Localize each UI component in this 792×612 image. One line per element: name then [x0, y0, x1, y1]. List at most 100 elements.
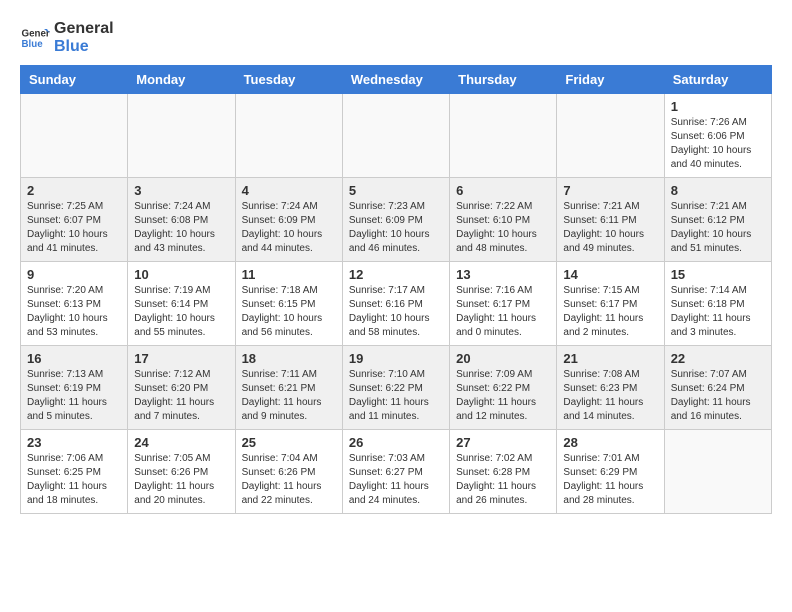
day-number: 14: [563, 267, 657, 282]
calendar-cell: 2 Sunrise: 7:25 AM Sunset: 6:07 PM Daylig…: [21, 178, 128, 262]
calendar-week-row: 23 Sunrise: 7:06 AM Sunset: 6:25 PM Dayli…: [21, 430, 772, 514]
day-number: 3: [134, 183, 228, 198]
day-number: 5: [349, 183, 443, 198]
day-info: Sunrise: 7:12 AM Sunset: 6:20 PM Dayligh…: [134, 368, 228, 424]
calendar-cell: 25 Sunrise: 7:04 AM Sunset: 6:26 PM Dayli…: [235, 430, 342, 514]
calendar-cell: 23 Sunrise: 7:06 AM Sunset: 6:25 PM Dayli…: [21, 430, 128, 514]
calendar-cell: 11 Sunrise: 7:18 AM Sunset: 6:15 PM Dayli…: [235, 262, 342, 346]
calendar-week-row: 16 Sunrise: 7:13 AM Sunset: 6:19 PM Dayli…: [21, 346, 772, 430]
day-info: Sunrise: 7:21 AM Sunset: 6:12 PM Dayligh…: [671, 200, 765, 256]
day-number: 8: [671, 183, 765, 198]
day-number: 16: [27, 351, 121, 366]
day-info: Sunrise: 7:24 AM Sunset: 6:09 PM Dayligh…: [242, 200, 336, 256]
calendar-week-row: 1 Sunrise: 7:26 AM Sunset: 6:06 PM Daylig…: [21, 94, 772, 178]
calendar-cell: 28 Sunrise: 7:01 AM Sunset: 6:29 PM Dayli…: [557, 430, 664, 514]
calendar-cell: 10 Sunrise: 7:19 AM Sunset: 6:14 PM Dayli…: [128, 262, 235, 346]
calendar-header-thursday: Thursday: [450, 66, 557, 94]
day-number: 12: [349, 267, 443, 282]
day-info: Sunrise: 7:11 AM Sunset: 6:21 PM Dayligh…: [242, 368, 336, 424]
calendar-cell: 26 Sunrise: 7:03 AM Sunset: 6:27 PM Dayli…: [342, 430, 449, 514]
day-number: 4: [242, 183, 336, 198]
calendar-cell: 3 Sunrise: 7:24 AM Sunset: 6:08 PM Daylig…: [128, 178, 235, 262]
day-number: 2: [27, 183, 121, 198]
calendar-table: SundayMondayTuesdayWednesdayThursdayFrid…: [20, 65, 772, 514]
calendar-cell: 22 Sunrise: 7:07 AM Sunset: 6:24 PM Dayli…: [664, 346, 771, 430]
calendar-cell: 20 Sunrise: 7:09 AM Sunset: 6:22 PM Dayli…: [450, 346, 557, 430]
calendar-cell: [664, 430, 771, 514]
day-number: 23: [27, 435, 121, 450]
calendar-cell: 4 Sunrise: 7:24 AM Sunset: 6:09 PM Daylig…: [235, 178, 342, 262]
day-info: Sunrise: 7:26 AM Sunset: 6:06 PM Dayligh…: [671, 116, 765, 172]
calendar-cell: 9 Sunrise: 7:20 AM Sunset: 6:13 PM Daylig…: [21, 262, 128, 346]
day-number: 9: [27, 267, 121, 282]
day-info: Sunrise: 7:03 AM Sunset: 6:27 PM Dayligh…: [349, 452, 443, 508]
calendar-cell: 14 Sunrise: 7:15 AM Sunset: 6:17 PM Dayli…: [557, 262, 664, 346]
day-number: 13: [456, 267, 550, 282]
day-info: Sunrise: 7:16 AM Sunset: 6:17 PM Dayligh…: [456, 284, 550, 340]
calendar-week-row: 2 Sunrise: 7:25 AM Sunset: 6:07 PM Daylig…: [21, 178, 772, 262]
day-number: 11: [242, 267, 336, 282]
header: General Blue General Blue: [20, 20, 772, 55]
day-number: 26: [349, 435, 443, 450]
calendar-cell: 24 Sunrise: 7:05 AM Sunset: 6:26 PM Dayli…: [128, 430, 235, 514]
day-number: 21: [563, 351, 657, 366]
day-number: 6: [456, 183, 550, 198]
day-info: Sunrise: 7:24 AM Sunset: 6:08 PM Dayligh…: [134, 200, 228, 256]
day-info: Sunrise: 7:07 AM Sunset: 6:24 PM Dayligh…: [671, 368, 765, 424]
calendar-header-saturday: Saturday: [664, 66, 771, 94]
day-info: Sunrise: 7:13 AM Sunset: 6:19 PM Dayligh…: [27, 368, 121, 424]
day-info: Sunrise: 7:01 AM Sunset: 6:29 PM Dayligh…: [563, 452, 657, 508]
day-number: 25: [242, 435, 336, 450]
calendar-header-tuesday: Tuesday: [235, 66, 342, 94]
calendar-header-sunday: Sunday: [21, 66, 128, 94]
day-info: Sunrise: 7:10 AM Sunset: 6:22 PM Dayligh…: [349, 368, 443, 424]
day-info: Sunrise: 7:17 AM Sunset: 6:16 PM Dayligh…: [349, 284, 443, 340]
calendar-cell: [21, 94, 128, 178]
day-number: 18: [242, 351, 336, 366]
calendar-cell: [342, 94, 449, 178]
calendar-cell: 16 Sunrise: 7:13 AM Sunset: 6:19 PM Dayli…: [21, 346, 128, 430]
day-number: 1: [671, 99, 765, 114]
day-info: Sunrise: 7:20 AM Sunset: 6:13 PM Dayligh…: [27, 284, 121, 340]
day-info: Sunrise: 7:06 AM Sunset: 6:25 PM Dayligh…: [27, 452, 121, 508]
calendar-cell: [450, 94, 557, 178]
day-number: 28: [563, 435, 657, 450]
day-number: 17: [134, 351, 228, 366]
calendar-header-friday: Friday: [557, 66, 664, 94]
logo-general: General: [54, 20, 114, 38]
day-info: Sunrise: 7:14 AM Sunset: 6:18 PM Dayligh…: [671, 284, 765, 340]
day-info: Sunrise: 7:21 AM Sunset: 6:11 PM Dayligh…: [563, 200, 657, 256]
calendar-cell: 18 Sunrise: 7:11 AM Sunset: 6:21 PM Dayli…: [235, 346, 342, 430]
day-info: Sunrise: 7:22 AM Sunset: 6:10 PM Dayligh…: [456, 200, 550, 256]
calendar-week-row: 9 Sunrise: 7:20 AM Sunset: 6:13 PM Daylig…: [21, 262, 772, 346]
calendar-cell: 8 Sunrise: 7:21 AM Sunset: 6:12 PM Daylig…: [664, 178, 771, 262]
day-number: 22: [671, 351, 765, 366]
calendar-cell: 13 Sunrise: 7:16 AM Sunset: 6:17 PM Dayli…: [450, 262, 557, 346]
calendar-cell: 12 Sunrise: 7:17 AM Sunset: 6:16 PM Dayli…: [342, 262, 449, 346]
day-info: Sunrise: 7:05 AM Sunset: 6:26 PM Dayligh…: [134, 452, 228, 508]
day-number: 7: [563, 183, 657, 198]
day-info: Sunrise: 7:18 AM Sunset: 6:15 PM Dayligh…: [242, 284, 336, 340]
calendar-cell: 15Sunrise: 7:14 AM Sunset: 6:18 PM Dayli…: [664, 262, 771, 346]
day-number: 10: [134, 267, 228, 282]
calendar-cell: [557, 94, 664, 178]
calendar-cell: 1 Sunrise: 7:26 AM Sunset: 6:06 PM Daylig…: [664, 94, 771, 178]
day-info: Sunrise: 7:25 AM Sunset: 6:07 PM Dayligh…: [27, 200, 121, 256]
calendar-cell: 5Sunrise: 7:23 AM Sunset: 6:09 PM Daylig…: [342, 178, 449, 262]
logo-blue: Blue: [54, 38, 114, 56]
calendar-cell: 17 Sunrise: 7:12 AM Sunset: 6:20 PM Dayli…: [128, 346, 235, 430]
day-info: Sunrise: 7:04 AM Sunset: 6:26 PM Dayligh…: [242, 452, 336, 508]
calendar-header-wednesday: Wednesday: [342, 66, 449, 94]
day-info: Sunrise: 7:19 AM Sunset: 6:14 PM Dayligh…: [134, 284, 228, 340]
day-info: Sunrise: 7:08 AM Sunset: 6:23 PM Dayligh…: [563, 368, 657, 424]
day-number: 27: [456, 435, 550, 450]
day-number: 24: [134, 435, 228, 450]
logo-icon: General Blue: [20, 23, 50, 53]
day-info: Sunrise: 7:15 AM Sunset: 6:17 PM Dayligh…: [563, 284, 657, 340]
calendar-cell: [235, 94, 342, 178]
svg-text:Blue: Blue: [22, 39, 44, 50]
calendar-cell: [128, 94, 235, 178]
day-info: Sunrise: 7:09 AM Sunset: 6:22 PM Dayligh…: [456, 368, 550, 424]
logo: General Blue General Blue: [20, 20, 114, 55]
day-number: 20: [456, 351, 550, 366]
